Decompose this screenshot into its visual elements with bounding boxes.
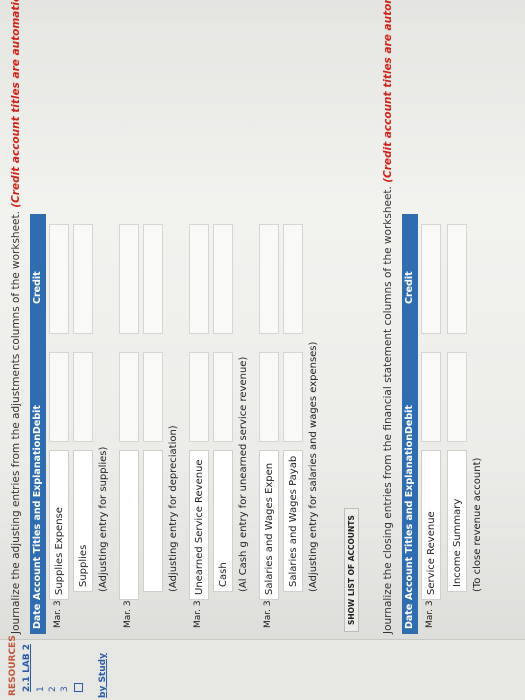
debit-input[interactable]: [447, 352, 467, 442]
main-content: Journalize the adjusting entries from th…: [0, 0, 525, 640]
header-account: Account Titles and Explanation: [404, 433, 415, 600]
table-row: Cash: [212, 214, 234, 634]
show-list-of-accounts-button[interactable]: SHOW LIST OF ACCOUNTS: [344, 508, 359, 632]
lab-link[interactable]: 2.1 LAB 2: [22, 644, 32, 692]
debit-input[interactable]: [73, 352, 93, 442]
table-row: [142, 214, 164, 634]
study-link[interactable]: by Study: [98, 653, 108, 698]
entry-explanation: (Al Cash g entry for unearned service re…: [238, 356, 249, 592]
credit-input[interactable]: [119, 224, 139, 334]
checkbox-icon[interactable]: [74, 683, 86, 692]
credit-input[interactable]: [283, 224, 303, 334]
account-input[interactable]: Cash: [213, 450, 233, 592]
question-3-link[interactable]: 3: [60, 686, 70, 692]
debit-input[interactable]: [119, 352, 139, 442]
header-credit: Credit: [32, 271, 43, 304]
rotated-screen: RESOURCES 2.1 LAB 2 1 2 3 by Study Journ…: [0, 0, 525, 700]
debit-input[interactable]: [421, 352, 441, 442]
closing-table-header: Date Account Titles and Explanation Debi…: [402, 214, 418, 634]
debit-input[interactable]: [259, 352, 279, 442]
credit-input[interactable]: [49, 224, 69, 334]
closing-instruction-note: (Credit account titles are automatically…: [382, 0, 394, 183]
debit-input[interactable]: [213, 352, 233, 442]
resources-label: RESOURCES: [8, 635, 18, 696]
credit-input[interactable]: [259, 224, 279, 334]
table-row: Mar. 31 Unearned Service Revenue: [188, 214, 210, 634]
account-input[interactable]: Income Summary: [447, 450, 467, 592]
question-2-link[interactable]: 2: [48, 686, 58, 692]
header-debit: Debit: [404, 405, 415, 434]
account-input[interactable]: Supplies: [73, 450, 93, 592]
entry-explanation: (Adjusting entry for depreciation): [168, 425, 179, 592]
account-input[interactable]: [119, 450, 139, 600]
credit-input[interactable]: [447, 224, 467, 334]
header-account: Account Titles and Explanation: [32, 433, 43, 600]
account-input[interactable]: Supplies Expense: [49, 450, 69, 600]
entry-explanation: (Adjusting entry for salaries and wages …: [308, 341, 319, 592]
adjusting-table-header: Date Account Titles and Explanation Debi…: [30, 214, 46, 634]
debit-input[interactable]: [49, 352, 69, 442]
credit-input[interactable]: [421, 224, 441, 334]
header-debit: Debit: [32, 405, 43, 434]
question-1-link[interactable]: 1: [36, 686, 46, 692]
debit-input[interactable]: [189, 352, 209, 442]
table-row: Mar. 31 Service Revenue: [420, 214, 442, 634]
table-row: Income Summary: [446, 214, 468, 634]
entry-explanation: (Adjusting entry for supplies): [98, 446, 109, 592]
credit-input[interactable]: [213, 224, 233, 334]
account-input[interactable]: Unearned Service Revenue: [189, 450, 209, 600]
header-date: Date: [404, 603, 415, 629]
adjusting-instruction-note: (Credit account titles are automatically…: [10, 0, 22, 208]
credit-input[interactable]: [143, 224, 163, 334]
table-row: Supplies: [72, 214, 94, 634]
credit-input[interactable]: [189, 224, 209, 334]
header-date: Date: [32, 603, 43, 629]
table-row: Mar. 31: [118, 214, 140, 634]
table-row: Mar. 31 Supplies Expense: [48, 214, 70, 634]
sidebar: RESOURCES 2.1 LAB 2 1 2 3 by Study: [0, 635, 525, 700]
debit-input[interactable]: [283, 352, 303, 442]
debit-input[interactable]: [143, 352, 163, 442]
account-input[interactable]: Salaries and Wages Expen: [259, 450, 279, 600]
table-row: Mar. 31 Salaries and Wages Expen: [258, 214, 280, 634]
account-input[interactable]: Service Revenue: [421, 450, 441, 600]
credit-input[interactable]: [73, 224, 93, 334]
header-credit: Credit: [404, 271, 415, 304]
entry-explanation: (To close revenue account): [472, 457, 483, 592]
account-input[interactable]: [143, 450, 163, 592]
closing-instruction: Journalize the closing entries from the …: [382, 0, 394, 634]
adjusting-instruction: Journalize the adjusting entries from th…: [10, 0, 22, 634]
table-row: Salaries and Wages Payab: [282, 214, 304, 634]
account-input[interactable]: Salaries and Wages Payab: [283, 450, 303, 592]
